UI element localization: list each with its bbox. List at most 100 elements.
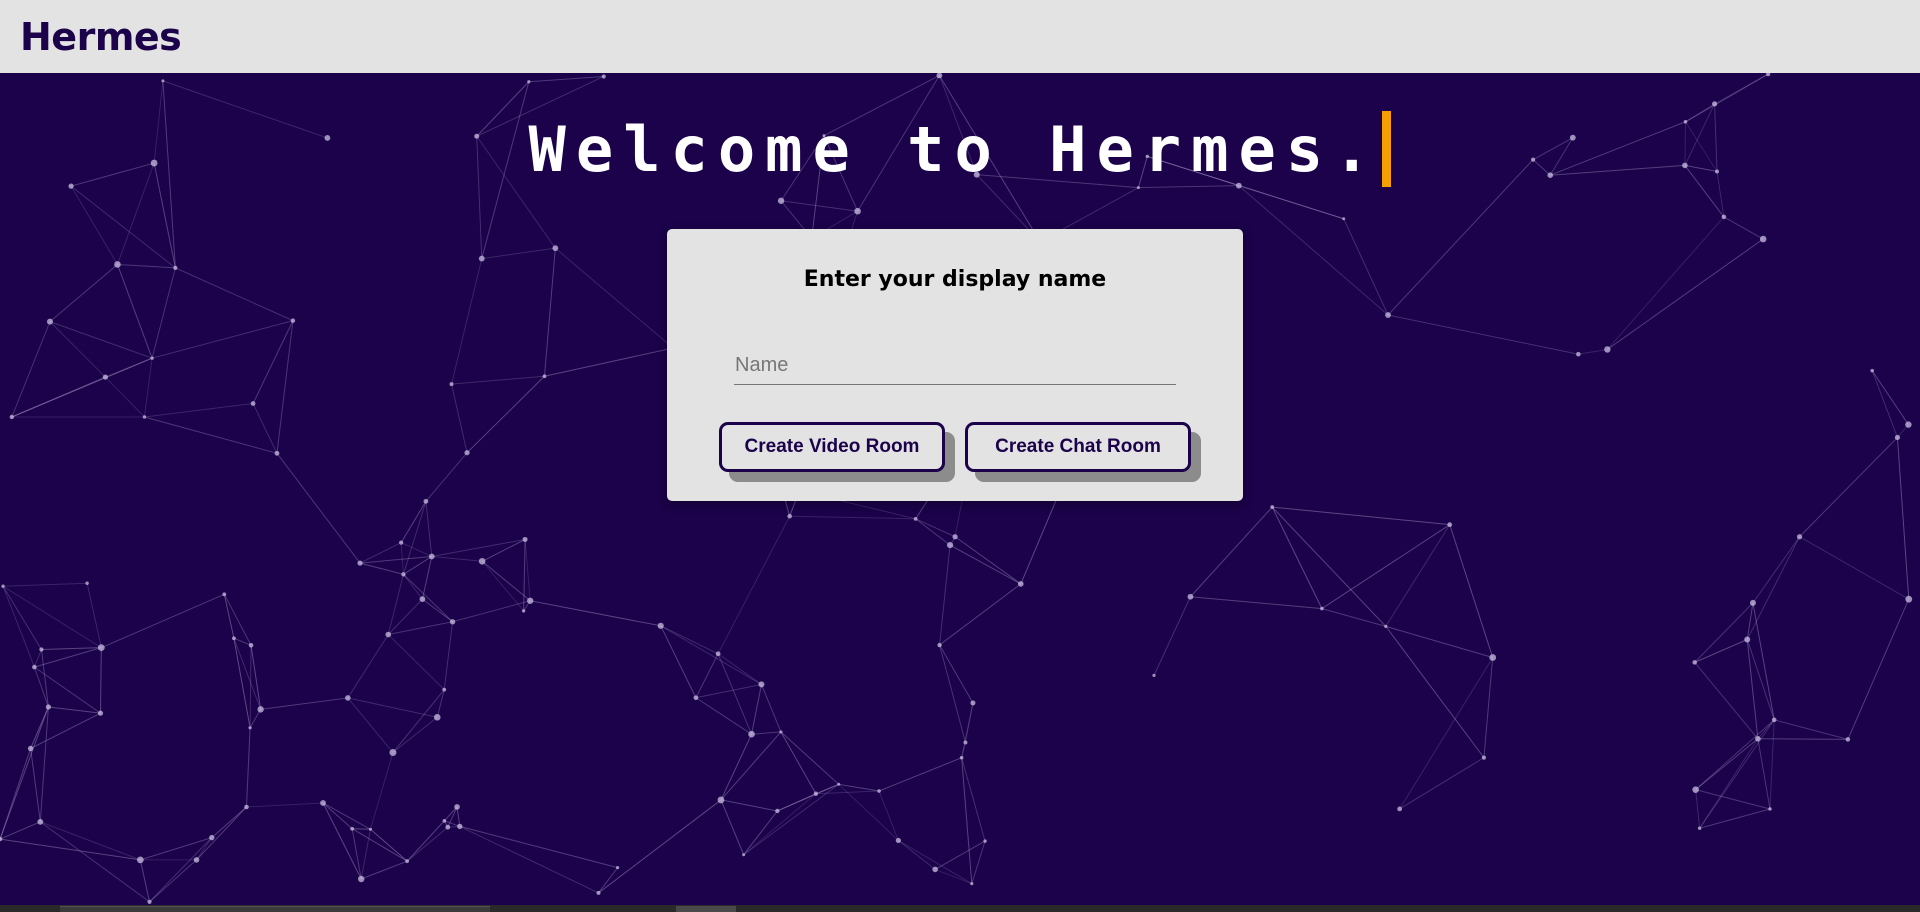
- network-node: [748, 730, 755, 738]
- network-line: [780, 200, 858, 212]
- network-line: [246, 802, 324, 808]
- network-line: [528, 75, 604, 83]
- network-node: [428, 553, 435, 560]
- network-line: [370, 828, 408, 862]
- network-line: [421, 556, 433, 600]
- network-node: [290, 318, 296, 323]
- network-line: [144, 416, 278, 454]
- network-node: [854, 207, 861, 215]
- network-node: [85, 581, 89, 585]
- network-line: [481, 247, 556, 260]
- network-line: [369, 752, 394, 830]
- bottom-scrollbar[interactable]: [0, 905, 1920, 912]
- network-line: [481, 560, 531, 602]
- network-line: [322, 802, 353, 830]
- network-node: [136, 856, 144, 864]
- network-node: [385, 631, 392, 638]
- network-node: [399, 540, 404, 545]
- network-line: [1271, 506, 1387, 627]
- network-line: [878, 790, 899, 841]
- network-line: [1399, 757, 1485, 810]
- typing-cursor: [1382, 111, 1392, 187]
- network-node: [959, 755, 964, 760]
- scrollbar-track-segment: [60, 906, 490, 912]
- network-line: [660, 625, 762, 685]
- network-node: [1905, 595, 1913, 603]
- app-brand-title[interactable]: Hermes: [20, 15, 182, 59]
- network-line: [431, 538, 526, 558]
- network-line: [1694, 639, 1748, 663]
- network-line: [117, 263, 176, 269]
- network-node: [445, 824, 451, 830]
- network-node: [150, 356, 154, 360]
- network-node: [1342, 217, 1346, 221]
- create-chat-room-button[interactable]: Create Chat Room: [965, 422, 1191, 472]
- network-line: [392, 716, 438, 753]
- network-node: [1697, 826, 1702, 830]
- network-line: [151, 267, 176, 359]
- network-line: [695, 653, 719, 698]
- network-node: [913, 516, 918, 521]
- network-line: [101, 593, 225, 649]
- network-line: [30, 748, 41, 822]
- network-node: [0, 836, 3, 842]
- network-line: [276, 320, 294, 454]
- network-line: [695, 697, 752, 735]
- network-line: [1774, 719, 1849, 740]
- network-line: [223, 594, 252, 646]
- network-line: [544, 248, 556, 377]
- network-line: [466, 375, 545, 454]
- create-video-room-button[interactable]: Create Video Room: [719, 422, 945, 472]
- network-line: [743, 783, 840, 856]
- network-node: [478, 255, 485, 262]
- network-line: [359, 562, 404, 575]
- network-line: [1694, 602, 1754, 663]
- network-node: [193, 857, 200, 863]
- network-line: [1607, 238, 1764, 350]
- network-node: [1712, 101, 1718, 107]
- network-line: [954, 536, 1022, 585]
- network-node: [358, 875, 365, 883]
- network-node: [257, 706, 264, 713]
- network-node: [1905, 421, 1912, 428]
- network-node: [522, 536, 528, 542]
- network-line: [2, 585, 102, 649]
- network-line: [1321, 524, 1451, 610]
- network-line: [1871, 370, 1898, 438]
- network-line: [717, 515, 791, 655]
- network-node: [248, 643, 254, 648]
- network-node: [657, 622, 664, 629]
- network-node: [1320, 606, 1324, 611]
- network-node: [1766, 73, 1771, 77]
- network-node: [526, 597, 534, 604]
- network-node: [837, 782, 841, 786]
- network-node: [46, 318, 53, 325]
- network-line: [452, 600, 531, 623]
- network-line: [1752, 536, 1800, 604]
- network-node: [464, 450, 470, 456]
- network-line: [1694, 662, 1759, 740]
- network-line: [720, 731, 782, 801]
- network-line: [898, 840, 973, 885]
- scrollbar-thumb[interactable]: [676, 906, 736, 912]
- network-node: [274, 450, 280, 456]
- network-line: [196, 806, 247, 861]
- name-input[interactable]: [734, 347, 1176, 385]
- network-node: [527, 80, 531, 84]
- network-line: [100, 647, 102, 714]
- network-node: [401, 572, 406, 577]
- network-line: [1385, 626, 1485, 758]
- create-chat-room-button-wrapper: Create Chat Room: [965, 422, 1201, 482]
- network-node: [478, 557, 486, 565]
- network-node: [970, 700, 976, 706]
- network-line: [40, 821, 150, 903]
- network-line: [1871, 370, 1909, 425]
- network-line: [459, 825, 618, 869]
- network-line: [400, 542, 404, 575]
- network-line: [1272, 506, 1450, 526]
- network-node: [1845, 737, 1851, 742]
- network-node: [1721, 214, 1727, 220]
- network-node: [222, 592, 227, 597]
- network-node: [368, 827, 372, 831]
- network-node: [521, 609, 526, 613]
